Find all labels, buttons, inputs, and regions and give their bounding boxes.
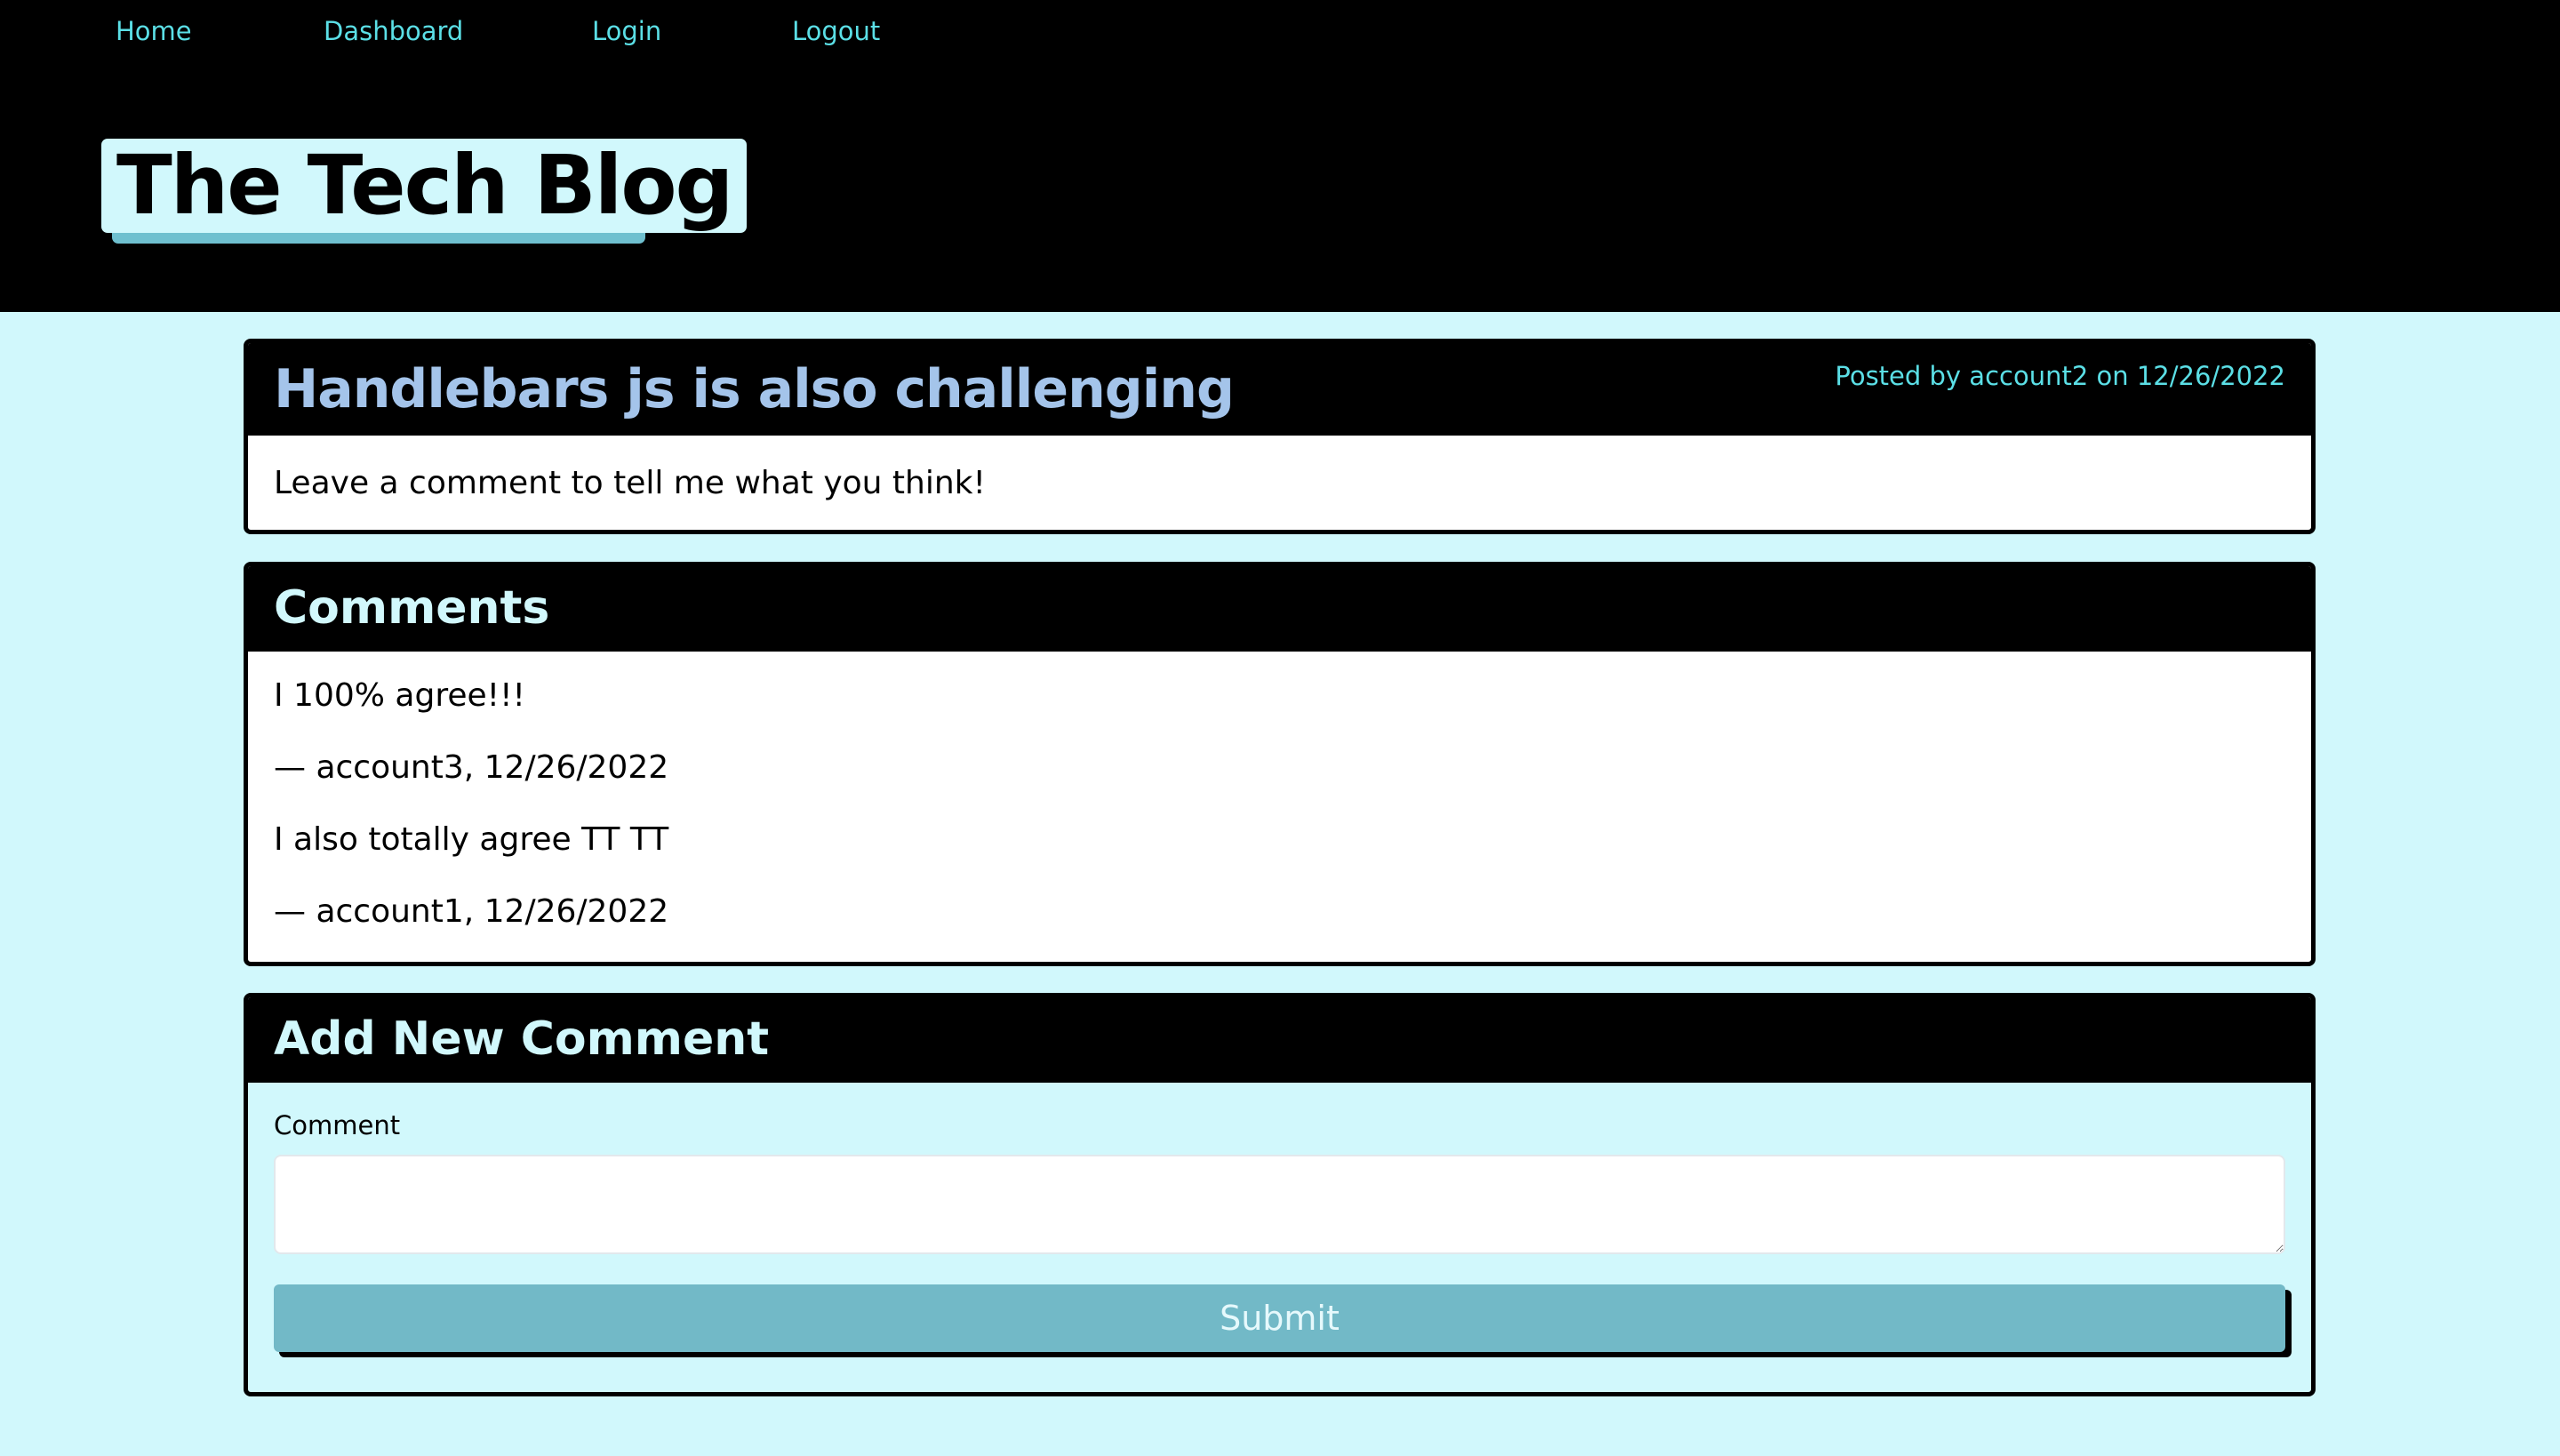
- comment-textarea[interactable]: [274, 1155, 2285, 1254]
- add-comment-heading: Add New Comment: [274, 1012, 770, 1066]
- comment-text: I 100% agree!!!: [274, 677, 525, 714]
- site-logo: The Tech Blog: [101, 139, 748, 244]
- comment-list: I 100% agree!!! — account3, 12/26/2022 I…: [248, 652, 2311, 932]
- site-header: Home Dashboard Login Logout The Tech Blo…: [0, 0, 2560, 312]
- comment-text: I also totally agree TT TT: [274, 821, 669, 858]
- nav-link-home[interactable]: Home: [116, 15, 192, 47]
- comments-card: Comments I 100% agree!!! — account3, 12/…: [244, 562, 2316, 966]
- post-body: Leave a comment to tell me what you thin…: [274, 465, 986, 501]
- nav-link-dashboard[interactable]: Dashboard: [324, 15, 463, 47]
- site-title: The Tech Blog: [101, 139, 748, 233]
- add-comment-header: Add New Comment: [248, 997, 2311, 1083]
- comments-heading: Comments: [274, 581, 550, 635]
- comment-meta: — account1, 12/26/2022: [274, 893, 669, 930]
- post-header: Handlebars js is also challenging Posted…: [248, 343, 2311, 436]
- post-meta: Posted by account2 on 12/26/2022: [1835, 361, 2285, 391]
- nav-link-login[interactable]: Login: [592, 15, 661, 47]
- comment-item: I 100% agree!!! — account3, 12/26/2022: [274, 676, 2285, 788]
- add-comment-card: Add New Comment Comment Submit: [244, 993, 2316, 1396]
- add-comment-form: Comment Submit: [248, 1109, 2311, 1357]
- comment-meta: — account3, 12/26/2022: [274, 749, 669, 786]
- comment-label: Comment: [274, 1110, 401, 1140]
- post-card: Handlebars js is also challenging Posted…: [244, 339, 2316, 534]
- submit-button-wrap: Submit: [274, 1284, 2292, 1357]
- comment-item: I also totally agree TT TT — account1, 1…: [274, 820, 2285, 932]
- comments-header: Comments: [248, 566, 2311, 652]
- post-title: Handlebars js is also challenging: [274, 358, 1235, 420]
- nav-link-logout[interactable]: Logout: [792, 15, 880, 47]
- submit-button[interactable]: Submit: [274, 1284, 2285, 1352]
